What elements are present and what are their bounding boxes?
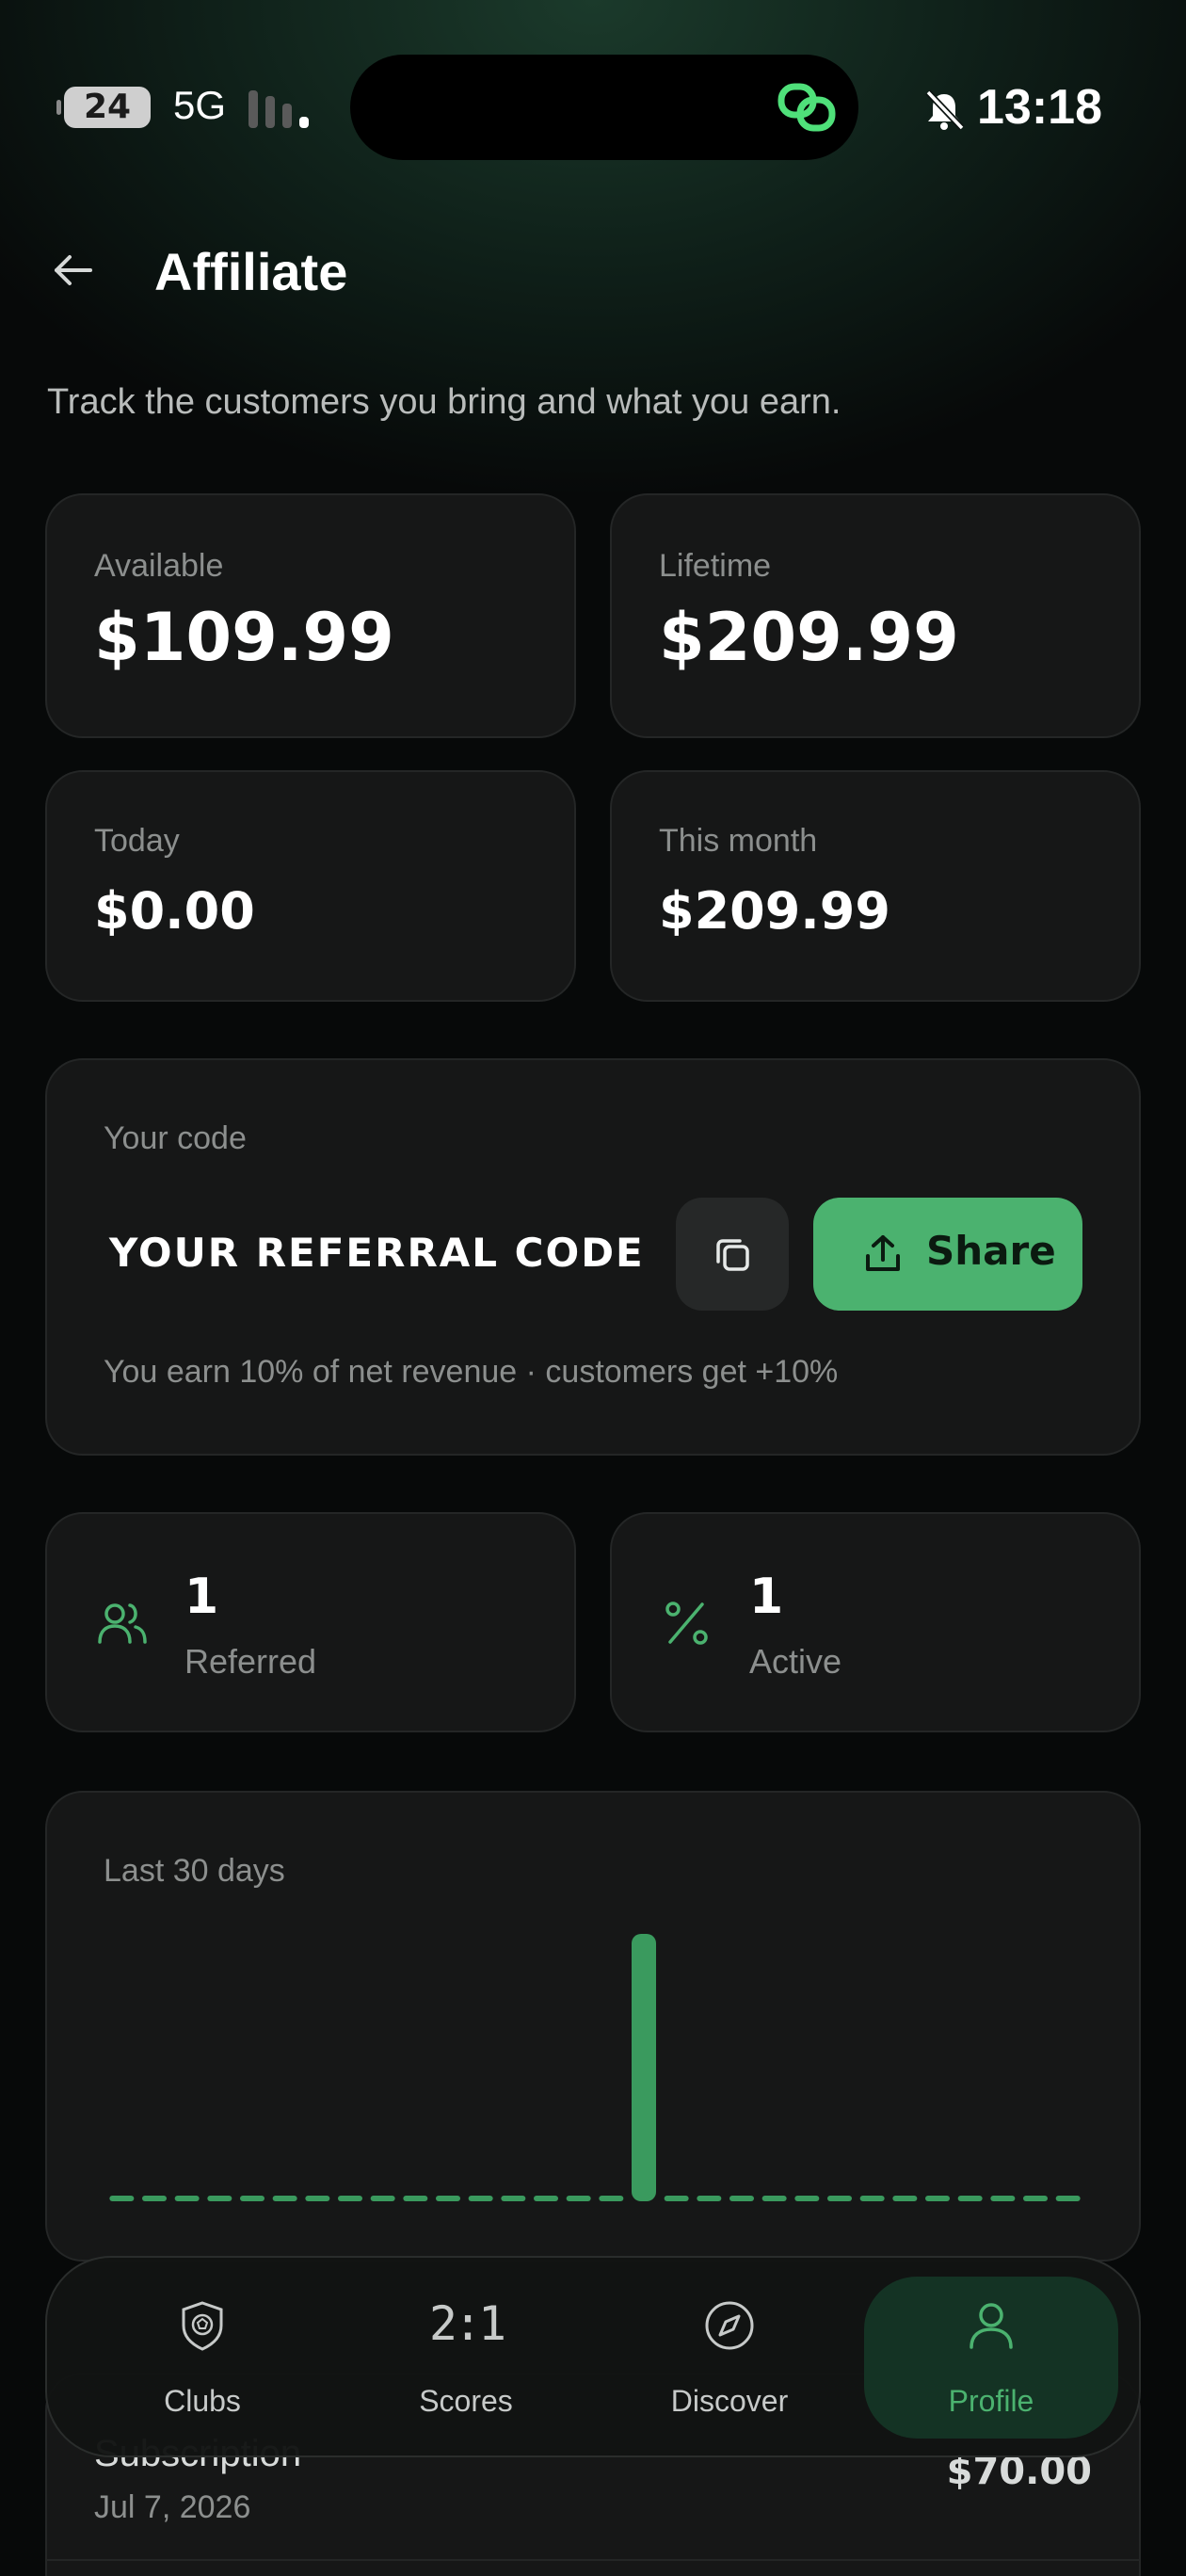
stat-value: $209.99: [659, 881, 890, 941]
chart-bar: [859, 2196, 885, 2201]
active-card: 1 Active: [610, 1512, 1141, 1732]
battery-indicator: 24: [56, 87, 151, 128]
lifetime-card: Lifetime $209.99: [610, 493, 1141, 738]
affiliate-screen: 24 5G 13:18 Affiliate Track the customer…: [0, 0, 1186, 2576]
chart-bar: [697, 2196, 722, 2201]
chart-bar: [240, 2196, 264, 2201]
earnings-chart: [109, 1934, 1081, 2201]
earnings-chart-card: Last 30 days: [45, 1791, 1141, 2262]
chart-bar: [305, 2196, 330, 2201]
share-icon: [866, 1235, 900, 1271]
available-card: Available $109.99: [45, 493, 576, 738]
transaction-date: Jul 7, 2026: [94, 2489, 251, 2525]
link-icon: [777, 83, 836, 132]
clock: 13:18: [977, 80, 1102, 135]
chart-bar: [925, 2196, 950, 2201]
referred-card: 1 Referred: [45, 1512, 576, 1732]
chart-bar: [142, 2196, 167, 2201]
chart-bar: [370, 2196, 395, 2201]
signal-icon: [248, 90, 314, 128]
status-bar: 24 5G 13:18: [0, 0, 1186, 160]
chart-bar: [403, 2196, 428, 2201]
copy-icon: [716, 1239, 749, 1271]
chart-bar: [1023, 2196, 1048, 2201]
chart-bar: [174, 2196, 200, 2201]
nav-item-discover[interactable]: Discover: [602, 2277, 857, 2439]
bottom-nav: Clubs 2:1 Scores Discover Profile: [45, 2256, 1141, 2457]
divider: [47, 2559, 1139, 2561]
share-label: Share: [926, 1228, 1056, 1274]
chart-bar: [109, 2196, 135, 2201]
metric-value: 1: [749, 1569, 784, 1625]
shield-icon: [182, 2301, 223, 2351]
chart-bar: [794, 2196, 820, 2201]
commission-note: You earn 10% of net revenue · customers …: [104, 1354, 839, 1390]
metric-label: Active: [749, 1642, 842, 1681]
percent-icon: [665, 1602, 708, 1645]
nav-label: Scores: [419, 2384, 513, 2418]
nav-label: Clubs: [164, 2384, 241, 2418]
chart-bar: [729, 2196, 754, 2201]
stat-value: $0.00: [94, 881, 255, 941]
share-button[interactable]: Share: [813, 1198, 1082, 1311]
stat-label: Lifetime: [659, 548, 772, 584]
code-label: Your code: [104, 1120, 247, 1156]
referral-code-card: Your code YOUR REFERRAL CODE Share You e…: [45, 1058, 1141, 1456]
chart-bar: [892, 2196, 918, 2201]
bell-off-icon: [925, 89, 965, 131]
chart-bar: [1055, 2196, 1081, 2201]
metric-label: Referred: [184, 1642, 317, 1681]
page-subtitle: Track the customers you bring and what y…: [47, 382, 841, 422]
scores-icon: 2:1: [428, 2296, 506, 2351]
chart-bar: [468, 2196, 493, 2201]
network-type: 5G: [173, 83, 227, 127]
chart-bar: [436, 2196, 460, 2201]
dynamic-island: [350, 55, 858, 160]
copy-button[interactable]: [676, 1198, 789, 1311]
nav-label: Profile: [948, 2384, 1034, 2418]
stat-label: Available: [94, 548, 224, 584]
stat-value: $109.99: [94, 599, 394, 676]
stat-label: This month: [659, 823, 818, 859]
chart-bar: [566, 2196, 591, 2201]
chart-bar: [338, 2196, 362, 2201]
stat-label: Today: [94, 823, 180, 859]
chart-bar: [501, 2196, 526, 2201]
users-icon: [98, 1603, 147, 1644]
chart-bar: [632, 1934, 656, 2201]
chart-bar: [599, 2196, 624, 2201]
chart-bar: [534, 2196, 558, 2201]
chart-bar: [990, 2196, 1016, 2201]
metric-value: 1: [184, 1569, 219, 1625]
chart-bar: [827, 2196, 852, 2201]
today-card: Today $0.00: [45, 770, 576, 1002]
page-title: Affiliate: [154, 242, 348, 301]
nav-item-profile[interactable]: Profile: [864, 2277, 1118, 2439]
back-arrow-icon[interactable]: [49, 247, 96, 294]
chart-bar: [761, 2196, 787, 2201]
chart-bar: [957, 2196, 983, 2201]
nav-item-scores[interactable]: 2:1 Scores: [339, 2277, 593, 2439]
nav-label: Discover: [670, 2384, 789, 2418]
this-month-card: This month $209.99: [610, 770, 1141, 1002]
person-icon: [970, 2303, 1013, 2349]
referral-code: YOUR REFERRAL CODE: [109, 1230, 645, 1276]
chart-bar: [207, 2196, 232, 2201]
chart-bar: [272, 2196, 297, 2201]
compass-icon: [705, 2301, 754, 2350]
stat-value: $209.99: [659, 599, 959, 676]
nav-item-clubs[interactable]: Clubs: [75, 2277, 329, 2439]
chart-bar: [664, 2196, 689, 2201]
